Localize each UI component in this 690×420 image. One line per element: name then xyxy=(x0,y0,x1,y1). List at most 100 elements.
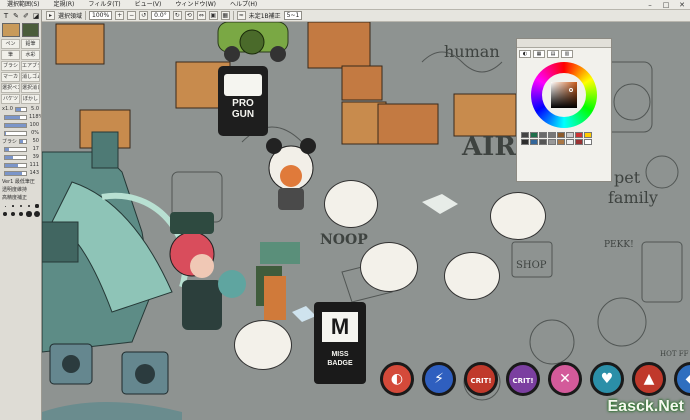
brush-size-dot[interactable] xyxy=(33,202,41,210)
brush-airbrush[interactable]: エアブラ xyxy=(21,61,40,71)
rotate-left-icon[interactable]: ↺ xyxy=(139,11,149,20)
brush-setting-slider[interactable] xyxy=(14,106,27,112)
brush-bucket[interactable]: バケツ xyxy=(1,94,20,104)
color-wheel[interactable] xyxy=(531,62,597,128)
rotate-right-icon[interactable]: ↻ xyxy=(172,11,182,20)
menu-filter[interactable]: フィルタ(T) xyxy=(81,0,127,10)
brush-size-dot[interactable] xyxy=(25,202,33,210)
brush-size-dot[interactable] xyxy=(17,202,25,210)
color-swatch[interactable] xyxy=(566,139,574,145)
brush-pencil[interactable]: 鉛筆 xyxy=(21,39,40,49)
color-swatch[interactable] xyxy=(575,139,583,145)
color-swatch[interactable] xyxy=(584,132,592,138)
menu-ruler[interactable]: 定規(R) xyxy=(47,0,82,10)
angle-field[interactable]: 0.0° xyxy=(151,11,170,20)
brush-setting-value: 50 xyxy=(32,138,39,144)
menu-selection[interactable]: 選択範囲(S) xyxy=(0,0,47,10)
saturation-value-square[interactable] xyxy=(551,82,577,108)
color-swatch[interactable] xyxy=(584,139,592,145)
brush-fude[interactable]: 筆 xyxy=(1,50,20,60)
brush-size-dot[interactable] xyxy=(33,210,41,218)
color-picker-handle[interactable] xyxy=(569,88,573,92)
stabilizer-field[interactable]: 5~1 xyxy=(283,11,303,20)
toolbar-separator xyxy=(232,11,234,20)
menu-help[interactable]: ヘルプ(H) xyxy=(223,0,264,10)
background-color[interactable] xyxy=(21,23,39,37)
color-swatch[interactable] xyxy=(530,132,538,138)
tab-palette[interactable]: ▦ xyxy=(533,50,545,58)
brush-eraser[interactable]: 消しゴム xyxy=(21,72,40,82)
flip-icon[interactable]: ⇔ xyxy=(196,11,206,20)
brush-setting-slider[interactable] xyxy=(4,162,27,168)
tool-panel: T ✎ ✐ ◪ ペン 鉛筆 筆 水彩 ブラシ エアブラ マーカ 消しゴム 選択ペ… xyxy=(0,10,42,420)
color-swatch[interactable] xyxy=(548,139,556,145)
color-swatch[interactable] xyxy=(557,139,565,145)
brush-size-dot[interactable] xyxy=(17,210,25,218)
color-swatch[interactable] xyxy=(539,132,547,138)
color-swatch[interactable] xyxy=(548,132,556,138)
option-row[interactable]: 高精度補正 xyxy=(0,193,41,201)
color-swatch[interactable] xyxy=(530,139,538,145)
brush-watercolor[interactable]: 水彩 xyxy=(21,50,40,60)
brush-size-dot[interactable] xyxy=(9,202,17,210)
grid-icon[interactable]: ▦ xyxy=(220,11,230,20)
fit-icon[interactable]: ▣ xyxy=(208,11,218,20)
maximize-button[interactable]: □ xyxy=(658,0,674,10)
color-swatch[interactable] xyxy=(539,139,547,145)
brush-setting-slider[interactable] xyxy=(18,138,27,144)
brush-size-dot[interactable] xyxy=(1,202,9,210)
file-name-label: 未定1B補正 xyxy=(248,13,281,20)
close-button[interactable]: ✕ xyxy=(674,0,690,10)
text-tool-icon[interactable]: T xyxy=(1,11,11,21)
option-row[interactable]: 透明度維持 xyxy=(0,185,41,193)
menu-view[interactable]: ビュー(V) xyxy=(128,0,169,10)
brush-select-pen[interactable]: 選択ペン xyxy=(1,83,20,93)
panda-character xyxy=(266,138,316,210)
color-panel-header[interactable] xyxy=(517,39,611,48)
brush-setting-slider[interactable] xyxy=(4,130,27,136)
color-swatch[interactable] xyxy=(521,139,529,145)
brush-select-erase[interactable]: 選択消し xyxy=(21,83,40,93)
color-swatch[interactable] xyxy=(521,132,529,138)
window-controls: – □ ✕ xyxy=(642,0,690,10)
brush-setting-slider[interactable] xyxy=(4,170,27,176)
stabilizer-icon[interactable]: ≈ xyxy=(236,11,246,20)
pro-gun-label: PRO GUN xyxy=(231,98,255,120)
brush-setting-value: 17 xyxy=(32,146,39,152)
badge-icon: ✕ xyxy=(559,371,571,387)
color-swatch[interactable] xyxy=(566,132,574,138)
brush-brush[interactable]: ブラシ xyxy=(1,61,20,71)
menu-window[interactable]: ウィンドウ(W) xyxy=(168,0,223,10)
piggy-bank xyxy=(234,320,292,370)
brush-pen[interactable]: ペン xyxy=(1,39,20,49)
tab-wheel[interactable]: ◐ xyxy=(519,50,531,58)
pencil-tool-icon[interactable]: ✐ xyxy=(21,11,31,21)
brush-marker[interactable]: マーカ xyxy=(1,72,20,82)
sketch-text-human: human xyxy=(444,42,500,61)
brush-size-dot[interactable] xyxy=(1,210,9,218)
zoom-field[interactable]: 100% xyxy=(89,11,113,20)
brush-setting-slider[interactable] xyxy=(4,146,27,152)
color-swatch[interactable] xyxy=(557,132,565,138)
brush-setting-row: ブラシ 50 xyxy=(0,137,41,145)
zoom-out-icon[interactable]: − xyxy=(127,11,137,20)
brush-setting-slider[interactable] xyxy=(4,122,27,128)
minimize-button[interactable]: – xyxy=(642,0,658,10)
reset-view-icon[interactable]: ⟲ xyxy=(184,11,194,20)
brush-size-dot[interactable] xyxy=(9,210,17,218)
brush-blur[interactable]: ぼかし xyxy=(21,94,40,104)
brush-size-dot[interactable] xyxy=(25,210,33,218)
color-swatch[interactable] xyxy=(575,132,583,138)
brush-setting-slider[interactable] xyxy=(4,114,27,120)
brush-size-grid xyxy=(0,201,41,218)
tab-slider[interactable]: ▤ xyxy=(547,50,559,58)
brush-setting-slider[interactable] xyxy=(4,154,27,160)
teal-tower xyxy=(42,131,189,353)
pen-tool-icon[interactable]: ✎ xyxy=(11,11,21,21)
layer-tool-icon[interactable]: ◪ xyxy=(31,11,41,21)
option-row[interactable]: Ver1 最低筆圧 xyxy=(0,177,41,185)
tab-mixer[interactable]: ▥ xyxy=(561,50,573,58)
zoom-in-icon[interactable]: + xyxy=(115,11,125,20)
foreground-color[interactable] xyxy=(2,23,20,37)
selection-toggle-icon[interactable]: ▸ xyxy=(46,11,55,20)
